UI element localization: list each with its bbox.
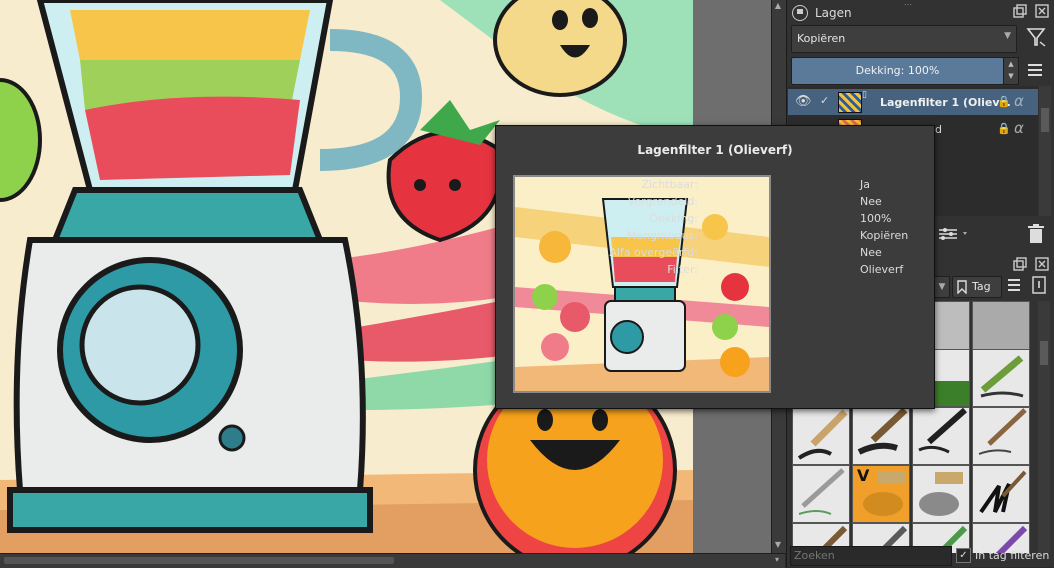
brush-preset[interactable] — [852, 407, 910, 465]
tooltip-label: Filter: — [667, 263, 698, 276]
close-docker-icon[interactable] — [1034, 4, 1050, 20]
filter-in-tag-label: In tag filteren — [975, 549, 1050, 562]
brush-search-field[interactable] — [790, 546, 952, 566]
layers-docker-title: Lagen — [815, 6, 852, 20]
opacity-label: Dekking: — [855, 64, 905, 77]
scrollbar-thumb[interactable] — [1041, 108, 1049, 132]
tooltip-value: Olieverf — [860, 263, 904, 276]
tooltip-label: Dekking: — [649, 212, 698, 225]
hamburger-menu-icon[interactable] — [1025, 62, 1045, 78]
blend-mode-select[interactable]: Kopiëren ▼ — [791, 25, 1017, 53]
layer-list-scrollbar[interactable] — [1039, 86, 1051, 216]
bookmark-icon — [957, 280, 967, 297]
brush-search-input[interactable] — [791, 547, 951, 563]
layer-row-selected[interactable]: 👁 ✓ ▯ Lagenfilter 1 (Oliev… 🔒 α — [788, 89, 1038, 115]
delete-layer-icon[interactable] — [1026, 224, 1046, 246]
blend-mode-value: Kopiëren — [797, 32, 846, 45]
brush-preset[interactable] — [972, 349, 1030, 407]
brush-grid-scrollbar[interactable] — [1038, 301, 1050, 553]
tooltip-label: Alfa overgeërfd: — [609, 246, 698, 259]
scrollbar-thumb[interactable] — [4, 557, 394, 564]
float-docker-icon[interactable] — [1012, 4, 1028, 20]
opacity-slider[interactable]: Dekking: 100% — [791, 57, 1004, 85]
opacity-value: 100% — [907, 64, 940, 77]
brush-preset[interactable] — [912, 407, 970, 465]
lock-icon[interactable]: 🔒 — [997, 95, 1011, 108]
v-marker: V — [857, 466, 870, 485]
scroll-up-icon[interactable]: ▲ — [772, 0, 784, 12]
brush-preset[interactable] — [972, 407, 1030, 465]
scrollbar-thumb[interactable] — [1040, 341, 1048, 365]
tooltip-value: Ja — [860, 178, 870, 191]
brush-preset[interactable] — [792, 465, 850, 523]
tooltip-value: Nee — [860, 195, 882, 208]
scroll-corner-icon: ▾ — [774, 555, 779, 564]
tooltip-label: Vergrendeld: — [627, 195, 698, 208]
brush-preset[interactable] — [972, 465, 1030, 523]
checkbox-icon[interactable]: ✓ — [820, 94, 829, 107]
view-menu-icon[interactable] — [1005, 278, 1023, 294]
tooltip-row: Filter: Olieverf — [496, 261, 934, 278]
tag-button[interactable]: Tag — [952, 276, 1002, 298]
tooltip-value: Kopiëren — [860, 229, 909, 242]
tooltip-value: Nee — [860, 246, 882, 259]
tooltip-row: Vergrendeld: Nee — [496, 193, 934, 210]
dock-grip-icon[interactable]: ⋯ — [904, 0, 918, 9]
tooltip-label: Mengmodus: — [626, 229, 698, 242]
tooltip-title: Lagenfilter 1 (Olieverf) — [637, 143, 793, 157]
brush-preset[interactable] — [792, 407, 850, 465]
tooltip-row: Dekking: 100% — [496, 210, 934, 227]
tooltip-value: 100% — [860, 212, 892, 225]
layer-thumbnail — [838, 92, 862, 113]
close-docker-icon[interactable] — [1034, 257, 1050, 273]
tooltip-label: Zichtbaar: — [641, 178, 698, 191]
tooltip-properties: Zichtbaar: Ja Vergrendeld: Nee Dekking: … — [496, 176, 934, 278]
scroll-down-icon[interactable]: ▼ — [772, 539, 784, 551]
opacity-spin-buttons[interactable]: ▲ ▼ — [1003, 57, 1019, 85]
filter-in-tag-checkbox[interactable]: ✓ — [956, 548, 971, 563]
tag-label: Tag — [972, 280, 991, 293]
spin-down-icon[interactable]: ▼ — [1004, 70, 1018, 82]
filter-icon[interactable] — [1024, 26, 1048, 50]
canvas-horizontal-scrollbar[interactable]: ▾ — [0, 553, 785, 568]
lock-docker-icon[interactable] — [792, 5, 808, 21]
alpha-lock-icon[interactable]: α — [1014, 92, 1024, 110]
spin-up-icon[interactable]: ▲ — [1004, 58, 1018, 70]
tooltip-row: Alfa overgeërfd: Nee — [496, 244, 934, 261]
brush-preset[interactable] — [912, 465, 970, 523]
eye-icon[interactable]: 👁 — [795, 94, 812, 109]
layer-name[interactable]: Lagenfilter 1 (Oliev… — [880, 96, 1011, 109]
lock-icon[interactable]: 🔒 — [997, 122, 1011, 135]
tag-select-arrow[interactable]: ▼ — [934, 276, 950, 298]
layer-properties-icon[interactable] — [936, 226, 972, 244]
layer-tooltip: Lagenfilter 1 (Olieverf) Zichtbaar: Ja V… — [495, 125, 935, 409]
float-docker-icon[interactable] — [1012, 257, 1028, 273]
alpha-lock-icon[interactable]: α — [1014, 119, 1024, 137]
brush-preset-selected[interactable]: V — [852, 465, 910, 523]
tooltip-row: Mengmodus: Kopiëren — [496, 227, 934, 244]
chevron-down-icon: ▼ — [1004, 31, 1011, 41]
tooltip-row: Zichtbaar: Ja — [496, 176, 934, 193]
tag-info-icon[interactable] — [1030, 276, 1048, 296]
filter-layer-icon: ▯ — [862, 90, 867, 100]
